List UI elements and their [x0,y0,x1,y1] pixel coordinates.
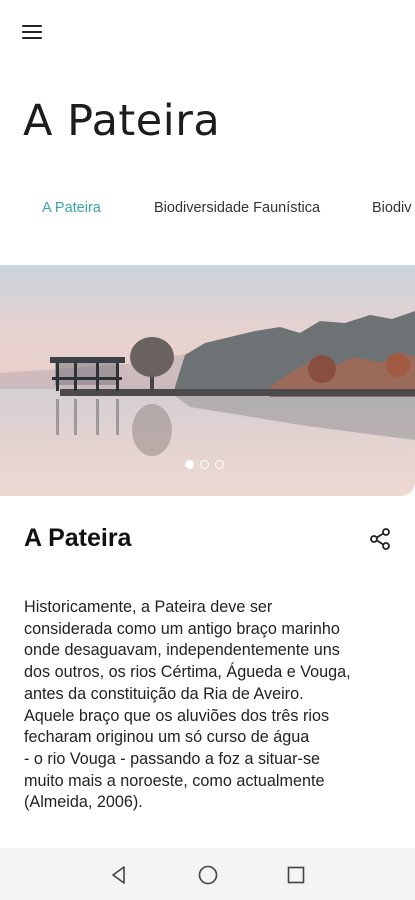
back-triangle-icon[interactable] [106,862,132,888]
text-line: antes da constituição da Ria de Aveiro. [24,684,304,703]
text-line: onde desaguavam, independentemente uns [24,641,340,660]
text-line: (Almeida, 2006). [24,793,143,812]
tab-a-pateira[interactable]: A Pateira [42,200,101,216]
text-line: fecharam originou um só curso de água [24,728,310,747]
system-navigation-bar [0,848,415,900]
recents-square-icon[interactable] [283,862,309,888]
carousel-dot-2[interactable] [200,460,209,469]
description-text: Historicamente, a Pateira deve ser consi… [24,597,399,814]
text-line: muito mais a noroeste, como actualmente [24,771,325,790]
tab-bar: A Pateira Biodiversidade Faunística Biod… [0,196,415,226]
text-line: Aquele braço que os aluviões dos três ri… [24,706,330,725]
text-line: - o rio Vouga - passando a foz a situar-… [24,749,321,768]
tab-biodiversidade-partial[interactable]: Biodiv [372,200,412,216]
section-title: A Pateira [24,524,132,552]
text-line: Historicamente, a Pateira deve ser [24,598,273,616]
carousel-dot-3[interactable] [215,460,224,469]
page-title: A Pateira [23,96,221,146]
share-icon[interactable] [368,527,392,551]
tab-biodiversidade-faunistica[interactable]: Biodiversidade Faunística [154,200,320,216]
hamburger-menu-icon[interactable] [18,18,48,46]
text-line: considerada como um antigo braço marinho [24,619,340,638]
home-circle-icon[interactable] [195,862,221,888]
text-line: dos outros, os rios Cértima, Águeda e Vo… [24,663,351,682]
carousel-pagination [185,460,224,469]
carousel-dot-1[interactable] [185,460,194,469]
